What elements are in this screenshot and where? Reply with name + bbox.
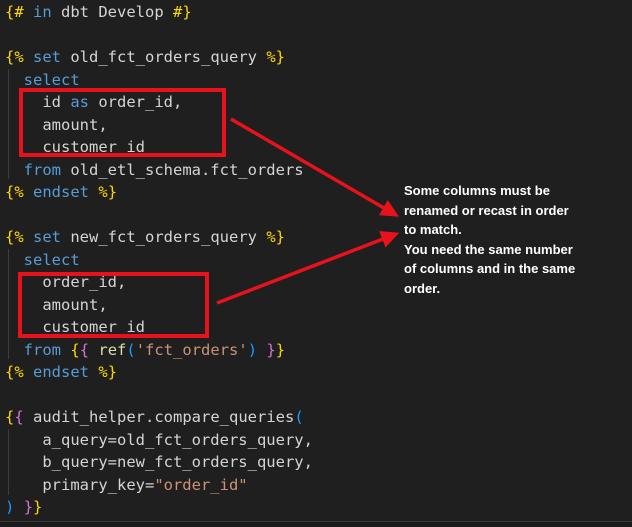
code-token: %}	[266, 228, 285, 246]
code-token: {%	[5, 48, 24, 66]
code-token	[61, 341, 70, 359]
code-token: #}	[173, 3, 192, 21]
code-token: "order_id"	[154, 476, 247, 494]
code-token	[5, 161, 24, 179]
code-token: }	[33, 498, 42, 516]
code-token	[5, 251, 24, 269]
code-token: set	[33, 48, 61, 66]
code-token: }	[276, 341, 285, 359]
code-token: %}	[98, 183, 117, 201]
code-token: )	[248, 341, 257, 359]
annotation-note-line: of columns and in the same	[404, 259, 614, 279]
code-token: set	[33, 228, 61, 246]
highlight-box-old-columns	[19, 88, 226, 157]
annotation-note-line: You need the same number	[404, 240, 614, 260]
code-line[interactable]	[5, 24, 313, 47]
code-token	[24, 363, 33, 381]
code-token: }	[266, 341, 275, 359]
highlight-box-new-columns	[18, 272, 209, 338]
annotation-note-line: Some columns must be	[404, 181, 614, 201]
code-token: {	[70, 341, 79, 359]
code-token: endset	[33, 363, 89, 381]
code-token: {%	[5, 228, 24, 246]
code-token	[89, 183, 98, 201]
window-bottom-edge	[0, 521, 632, 527]
code-token	[257, 341, 266, 359]
code-token: {%	[5, 363, 24, 381]
code-token: select	[24, 71, 80, 89]
code-line[interactable]: ) }}	[5, 496, 313, 519]
annotation-note-line: renamed or recast in order	[404, 201, 614, 221]
code-line[interactable]: {% endset %}	[5, 181, 313, 204]
code-token: {#	[5, 3, 24, 21]
annotation-note-line: to match.	[404, 220, 614, 240]
code-line[interactable]: select	[5, 249, 313, 272]
code-token: ref	[98, 341, 126, 359]
code-token: {	[5, 408, 14, 426]
code-token: select	[24, 251, 80, 269]
code-token: }	[24, 498, 33, 516]
code-line[interactable]: {% endset %}	[5, 361, 313, 384]
code-line[interactable]: primary_key="order_id"	[5, 474, 313, 497]
code-token: in	[33, 3, 52, 21]
code-line[interactable]: {# in dbt Develop #}	[5, 1, 313, 24]
code-token: audit_helper.compare_queries	[24, 408, 295, 426]
code-token	[5, 341, 24, 359]
code-token: new_fct_orders_query	[61, 228, 266, 246]
code-token	[5, 71, 24, 89]
code-line[interactable]: a_query=old_fct_orders_query,	[5, 429, 313, 452]
code-line[interactable]: {% set new_fct_orders_query %}	[5, 226, 313, 249]
code-line[interactable]: from {{ ref('fct_orders') }}	[5, 339, 313, 362]
code-token: %}	[266, 48, 285, 66]
code-token: {	[14, 408, 23, 426]
code-line[interactable]: from old_etl_schema.fct_orders	[5, 159, 313, 182]
code-line[interactable]	[5, 204, 313, 227]
code-token	[24, 3, 33, 21]
code-token: from	[24, 161, 61, 179]
code-token	[89, 363, 98, 381]
code-token: primary_key=	[5, 476, 154, 494]
code-token	[24, 228, 33, 246]
code-line[interactable]	[5, 384, 313, 407]
code-token: old_etl_schema.fct_orders	[61, 161, 304, 179]
code-token: old_fct_orders_query	[61, 48, 266, 66]
code-token	[89, 341, 98, 359]
code-token: {	[80, 341, 89, 359]
code-token	[24, 48, 33, 66]
code-line[interactable]: b_query=new_fct_orders_query,	[5, 451, 313, 474]
code-token: 'fct_orders'	[136, 341, 248, 359]
code-token: %}	[98, 363, 117, 381]
code-token: a_query=old_fct_orders_query,	[5, 431, 313, 449]
code-token: (	[294, 408, 303, 426]
code-token: from	[24, 341, 61, 359]
code-line[interactable]: {% set old_fct_orders_query %}	[5, 46, 313, 69]
code-token: )	[5, 498, 14, 516]
code-token	[24, 183, 33, 201]
code-token: endset	[33, 183, 89, 201]
code-token: b_query=new_fct_orders_query,	[5, 453, 313, 471]
code-token: {%	[5, 183, 24, 201]
code-token: (	[126, 341, 135, 359]
code-token: dbt Develop	[52, 3, 173, 21]
code-token	[14, 498, 23, 516]
code-editor-window: {# in dbt Develop #} {% set old_fct_order…	[0, 0, 632, 527]
editor-pane[interactable]: {# in dbt Develop #} {% set old_fct_order…	[5, 1, 313, 519]
annotation-note-line: order.	[404, 279, 614, 299]
annotation-note: Some columns must be renamed or recast i…	[404, 181, 614, 298]
code-line[interactable]: {{ audit_helper.compare_queries(	[5, 406, 313, 429]
